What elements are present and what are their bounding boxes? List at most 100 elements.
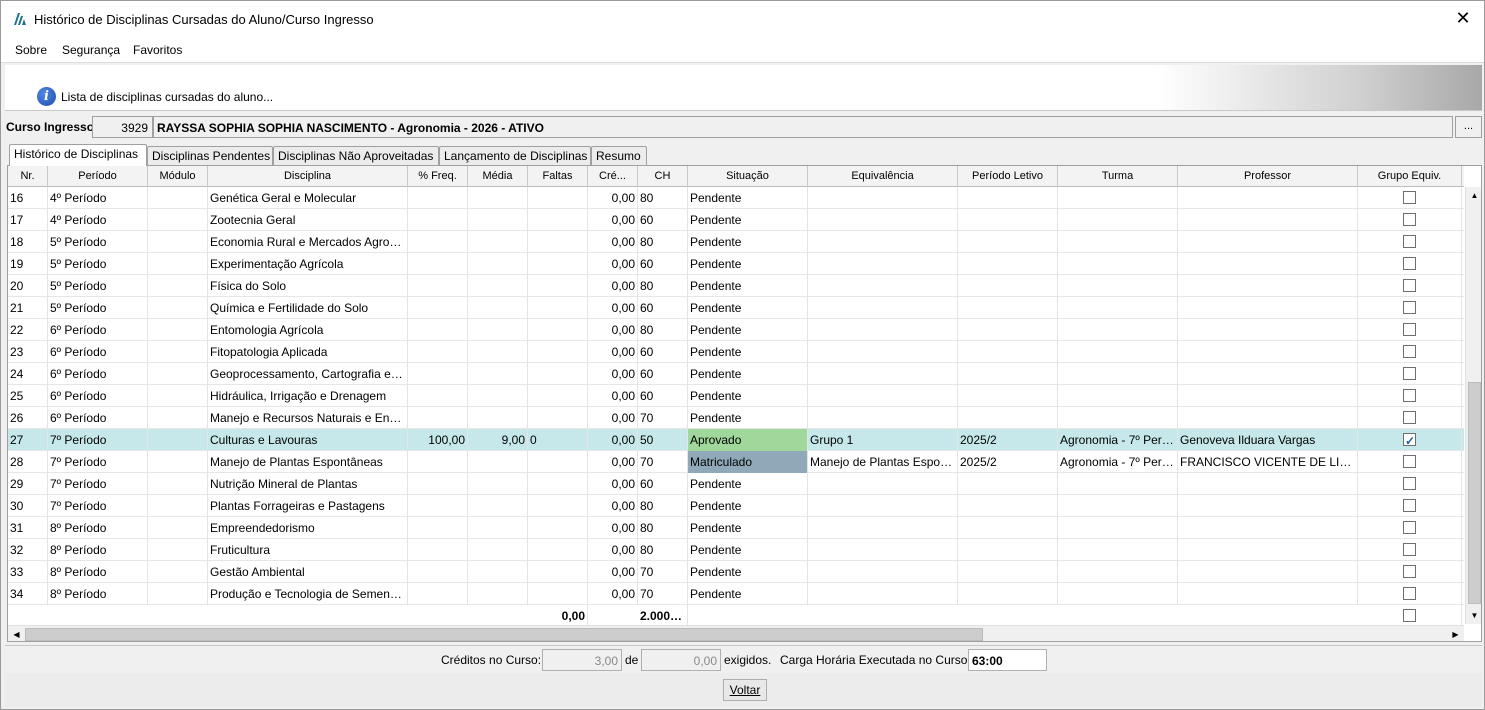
table-row[interactable]: 19 5º Período Experimentação Agrícola 0,00 6… <box>8 253 1464 275</box>
grupo-equiv-checkbox[interactable] <box>1403 430 1416 451</box>
table-row[interactable]: 31 8º Período Empreendedorismo 0,00 80 Penden… <box>8 517 1464 539</box>
column-header-ch[interactable]: CH <box>638 166 688 187</box>
grupo-equiv-checkbox[interactable] <box>1403 301 1416 315</box>
curso-code-field[interactable]: 3929 <box>92 116 153 138</box>
cell-grupo[interactable] <box>1358 605 1462 627</box>
column-header-cred[interactable]: Cré... <box>588 166 638 187</box>
voltar-button[interactable]: Voltar <box>723 679 767 701</box>
table-row[interactable]: 26 6º Período Manejo e Recursos Naturais e… <box>8 407 1464 429</box>
grupo-equiv-checkbox[interactable] <box>1403 609 1416 623</box>
carga-horaria-field[interactable]: 63:00 <box>968 649 1047 671</box>
cell-grupo[interactable] <box>1358 319 1462 341</box>
grupo-equiv-checkbox[interactable] <box>1403 389 1416 403</box>
table-row[interactable]: 18 5º Período Economia Rural e Mercados Ag… <box>8 231 1464 253</box>
table-row[interactable]: 34 8º Período Produção e Tecnologia de Sem… <box>8 583 1464 605</box>
cell-grupo[interactable] <box>1358 231 1462 253</box>
table-row[interactable]: 20 5º Período Física do Solo 0,00 80 Pendente <box>8 275 1464 297</box>
cell-grupo[interactable] <box>1358 209 1462 231</box>
scroll-left-icon[interactable]: ◀ <box>8 626 25 641</box>
tab-nao-aproveitadas[interactable]: Disciplinas Não Aproveitadas <box>273 146 439 165</box>
cell-grupo[interactable] <box>1358 385 1462 407</box>
cell-grupo[interactable] <box>1358 451 1462 473</box>
table-row[interactable]: 21 5º Período Química e Fertilidade do Sol… <box>8 297 1464 319</box>
grupo-equiv-checkbox[interactable] <box>1403 367 1416 381</box>
table-row[interactable]: 30 7º Período Plantas Forrageiras e Pastag… <box>8 495 1464 517</box>
cell-ch: 60 <box>638 363 688 385</box>
cell-grupo[interactable] <box>1358 495 1462 517</box>
cell-grupo[interactable] <box>1358 517 1462 539</box>
grupo-equiv-checkbox[interactable] <box>1403 521 1416 535</box>
grupo-equiv-checkbox[interactable] <box>1403 587 1416 601</box>
column-header-grupo[interactable]: Grupo Equiv. <box>1358 166 1462 187</box>
horizontal-scrollbar[interactable]: ◀ ▶ <box>8 625 1464 641</box>
table-row[interactable]: 24 6º Período Geoprocessamento, Cartografi… <box>8 363 1464 385</box>
curso-lookup-button[interactable]: ... <box>1455 116 1482 138</box>
table-row[interactable]: 17 4º Período Zootecnia Geral 0,00 60 Pendent… <box>8 209 1464 231</box>
grupo-equiv-checkbox[interactable] <box>1403 279 1416 293</box>
table-row[interactable]: 29 7º Período Nutrição Mineral de Plantas 0… <box>8 473 1464 495</box>
cell-grupo[interactable] <box>1358 297 1462 319</box>
menu-sobre[interactable]: Sobre <box>15 43 47 57</box>
grupo-equiv-checkbox[interactable] <box>1403 543 1416 557</box>
grupo-equiv-checkbox[interactable] <box>1403 499 1416 513</box>
column-header-freq[interactable]: % Freq. <box>408 166 468 187</box>
cell-grupo[interactable] <box>1358 539 1462 561</box>
cell-grupo[interactable] <box>1358 429 1462 451</box>
grupo-equiv-checkbox[interactable] <box>1403 257 1416 271</box>
grupo-equiv-checkbox[interactable] <box>1403 191 1416 205</box>
cell-grupo[interactable] <box>1358 473 1462 495</box>
column-header-periodo[interactable]: Período <box>48 166 148 187</box>
curso-name-field[interactable]: RAYSSA SOPHIA SOPHIA NASCIMENTO - Agrono… <box>153 116 1453 138</box>
grupo-equiv-checkbox[interactable] <box>1403 323 1416 337</box>
vertical-scroll-thumb[interactable] <box>1468 382 1481 604</box>
column-header-turma[interactable]: Turma <box>1058 166 1178 187</box>
column-header-media[interactable]: Média <box>468 166 528 187</box>
creditos-field[interactable]: 3,00 <box>542 649 622 671</box>
column-header-modulo[interactable]: Módulo <box>148 166 208 187</box>
scroll-up-icon[interactable]: ▲ <box>1466 187 1481 204</box>
table-row[interactable]: 25 6º Período Hidráulica, Irrigação e Dren… <box>8 385 1464 407</box>
column-header-nr[interactable]: Nr. <box>8 166 48 187</box>
table-row[interactable]: 32 8º Período Fruticultura 0,00 80 Pendente <box>8 539 1464 561</box>
table-row[interactable]: 16 4º Período Genética Geral e Molecular 0,… <box>8 187 1464 209</box>
menu-favoritos[interactable]: Favoritos <box>133 43 182 57</box>
grupo-equiv-checkbox[interactable] <box>1403 345 1416 359</box>
table-row[interactable]: 33 8º Período Gestão Ambiental 0,00 70 Penden… <box>8 561 1464 583</box>
table-row[interactable]: 28 7º Período Manejo de Plantas Espontânea… <box>8 451 1464 473</box>
cell-grupo[interactable] <box>1358 583 1462 605</box>
column-header-equiv[interactable]: Equivalência <box>808 166 958 187</box>
grupo-equiv-checkbox[interactable] <box>1403 455 1416 469</box>
grupo-equiv-checkbox[interactable] <box>1403 565 1416 579</box>
horizontal-scroll-thumb[interactable] <box>25 628 983 641</box>
column-header-faltas[interactable]: Faltas <box>528 166 588 187</box>
cell-grupo[interactable] <box>1358 341 1462 363</box>
exigidos-field[interactable]: 0,00 <box>641 649 721 671</box>
cell-cred: 0,00 <box>588 495 638 517</box>
cell-grupo[interactable] <box>1358 363 1462 385</box>
grupo-equiv-checkbox[interactable] <box>1403 235 1416 249</box>
column-header-disciplina[interactable]: Disciplina <box>208 166 408 187</box>
cell-grupo[interactable] <box>1358 275 1462 297</box>
grupo-equiv-checkbox[interactable] <box>1403 213 1416 227</box>
cell-grupo[interactable] <box>1358 253 1462 275</box>
column-header-letivo[interactable]: Período Letivo <box>958 166 1058 187</box>
cell-grupo[interactable] <box>1358 187 1462 209</box>
table-row[interactable]: 27 7º Período Culturas e Lavouras 100,00 9,0… <box>8 429 1464 451</box>
table-row[interactable]: 23 6º Período Fitopatologia Aplicada 0,00 60… <box>8 341 1464 363</box>
grupo-equiv-checkbox[interactable] <box>1403 411 1416 425</box>
column-header-situacao[interactable]: Situação <box>688 166 808 187</box>
cell-grupo[interactable] <box>1358 407 1462 429</box>
tab-historico[interactable]: Histórico de Disciplinas <box>9 144 147 166</box>
tab-lancamento[interactable]: Lançamento de Disciplinas <box>439 146 591 165</box>
table-row[interactable]: 22 6º Período Entomologia Agrícola 0,00 80 Pe… <box>8 319 1464 341</box>
column-header-professor[interactable]: Professor <box>1178 166 1358 187</box>
scroll-right-icon[interactable]: ▶ <box>1447 626 1464 641</box>
scroll-down-icon[interactable]: ▼ <box>1466 607 1481 624</box>
vertical-scrollbar[interactable]: ▲ ▼ <box>1465 187 1481 624</box>
grupo-equiv-checkbox[interactable] <box>1403 477 1416 491</box>
menu-seguranca[interactable]: Segurança <box>62 43 120 57</box>
tab-pendentes[interactable]: Disciplinas Pendentes <box>147 146 273 165</box>
cell-grupo[interactable] <box>1358 561 1462 583</box>
tab-resumo[interactable]: Resumo <box>591 146 647 165</box>
close-button[interactable]: ✕ <box>1452 7 1474 29</box>
